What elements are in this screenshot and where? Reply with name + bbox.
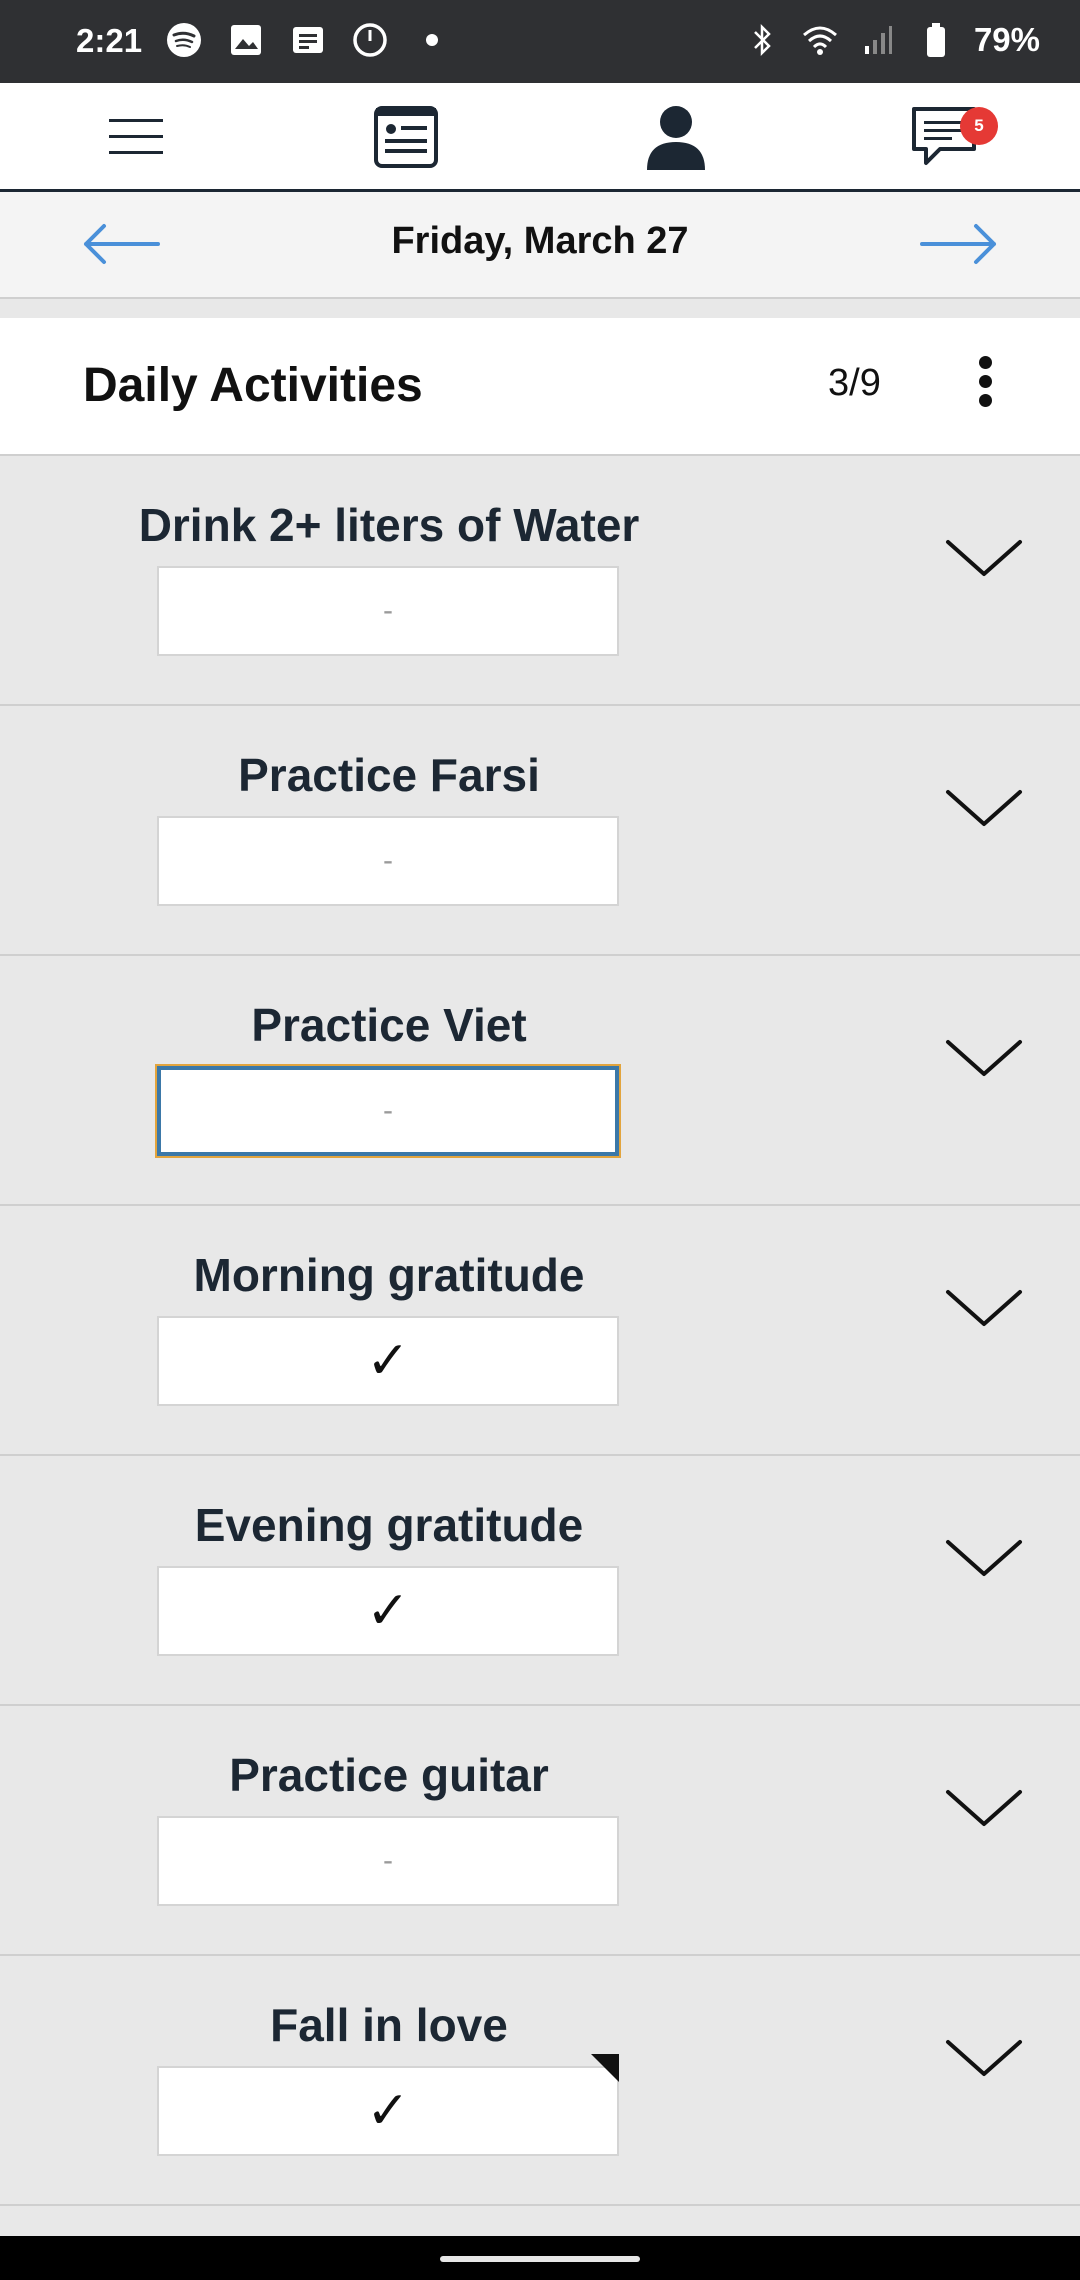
empty-value: -	[383, 844, 393, 877]
more-options-icon[interactable]	[965, 350, 1005, 426]
activity-row: Fall in love ✓	[0, 1956, 1080, 2206]
profile-button[interactable]	[636, 97, 716, 177]
status-time: 2:21	[76, 22, 143, 59]
menu-button[interactable]	[96, 97, 176, 177]
activity-value-field[interactable]: ✓	[157, 1316, 619, 1406]
top-nav: 5	[0, 83, 1080, 192]
messages-badge: 5	[960, 107, 998, 145]
checkmark-icon: ✓	[366, 2082, 410, 2140]
completion-count: 3/9	[828, 362, 881, 404]
activity-title: Practice Viet	[251, 999, 527, 1051]
date-bar: Friday, March 27	[0, 192, 1080, 299]
gesture-bar	[0, 2236, 1080, 2280]
activity-title: Practice guitar	[229, 1749, 549, 1801]
chevron-down-icon[interactable]	[944, 786, 1024, 830]
chevron-down-icon[interactable]	[944, 1536, 1024, 1580]
activity-title: Fall in love	[270, 1999, 508, 2051]
card-title: Daily Activities	[83, 359, 423, 412]
activity-value-field[interactable]: ✓	[157, 2054, 619, 2156]
spotify-icon	[164, 20, 204, 60]
wifi-icon	[800, 20, 840, 60]
activity-title: Drink 2+ liters of Water	[138, 499, 640, 551]
activity-row: Practice Farsi -	[0, 706, 1080, 956]
bluetooth-icon	[742, 20, 782, 60]
home-gesture-handle[interactable]	[440, 2256, 640, 2262]
status-bar: 2:21 79%	[0, 0, 1080, 83]
chevron-down-icon[interactable]	[944, 1036, 1024, 1080]
empty-value: -	[383, 594, 393, 627]
messages-button[interactable]: 5	[904, 97, 998, 177]
chevron-down-icon[interactable]	[944, 1786, 1024, 1830]
signal-icon	[858, 20, 898, 60]
activity-row: Evening gratitude ✓	[0, 1456, 1080, 1706]
card-button[interactable]	[366, 97, 446, 177]
chevron-down-icon[interactable]	[944, 536, 1024, 580]
next-day-button[interactable]	[916, 214, 1000, 274]
battery-percent: 79%	[973, 21, 1040, 58]
daily-activities-header: Daily Activities 3/9	[0, 318, 1080, 456]
menu-icon	[109, 119, 163, 154]
dot-icon	[412, 20, 452, 60]
profile-icon	[647, 106, 705, 170]
activity-row: Morning gratitude ✓	[0, 1206, 1080, 1456]
card-icon	[374, 106, 438, 168]
chevron-down-icon[interactable]	[944, 1286, 1024, 1330]
empty-value: -	[383, 1844, 393, 1877]
activity-row: Practice Viet -	[0, 956, 1080, 1206]
activity-row: Practice guitar -	[0, 1706, 1080, 1956]
activity-title: Practice Farsi	[238, 749, 540, 801]
note-flag-icon	[591, 2054, 619, 2082]
activity-value-field[interactable]: -	[157, 1816, 619, 1906]
timer-icon	[350, 20, 390, 60]
note-icon	[288, 20, 328, 60]
empty-value: -	[383, 1094, 393, 1127]
activity-value-field[interactable]: -	[157, 566, 619, 656]
battery-icon	[916, 20, 956, 60]
gallery-icon	[226, 20, 266, 60]
activity-title: Morning gratitude	[193, 1249, 585, 1301]
activity-title: Evening gratitude	[194, 1499, 584, 1551]
activity-value-field[interactable]: -	[155, 1064, 621, 1158]
checkmark-icon: ✓	[366, 1582, 410, 1640]
activity-row: Drink 2+ liters of Water -	[0, 456, 1080, 706]
activity-value-field[interactable]: ✓	[157, 1566, 619, 1656]
activity-value-field[interactable]: -	[157, 816, 619, 906]
checkmark-icon: ✓	[366, 1332, 410, 1390]
chevron-down-icon[interactable]	[944, 2036, 1024, 2080]
arrow-right-icon	[920, 224, 996, 264]
